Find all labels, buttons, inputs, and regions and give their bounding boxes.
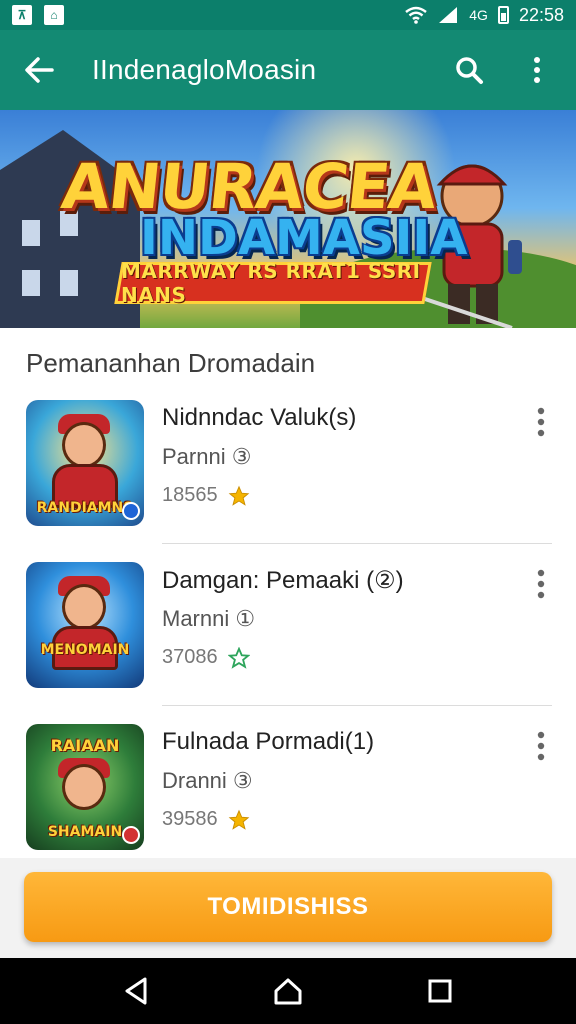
thumbnail-top-label: RAIAAN xyxy=(50,736,120,755)
item-more-button[interactable] xyxy=(526,728,556,764)
status-right: 4G 22:58 xyxy=(405,5,564,26)
divider xyxy=(162,543,552,544)
item-count: 18565 xyxy=(162,484,218,506)
banner-window xyxy=(22,220,40,246)
thumb-head xyxy=(62,584,106,630)
search-button[interactable] xyxy=(452,53,486,87)
game-thumbnail[interactable]: MENOMAIN xyxy=(26,562,144,688)
item-count-row: 37086 xyxy=(162,646,250,669)
thumb-head xyxy=(62,422,106,468)
notification-b-icon: ⌂ xyxy=(44,5,64,25)
status-notifications: ⊼ ⌂ xyxy=(12,5,64,25)
game-list-section: Pemananhan Dromadain RANDIAMNS Nidnndac … xyxy=(0,328,576,858)
more-vertical-icon xyxy=(537,407,545,437)
primary-action-button[interactable]: TOMIDISHISS xyxy=(24,872,552,942)
item-title: Nidnndac Valuk(s) xyxy=(162,404,357,431)
wifi-icon xyxy=(405,6,428,24)
item-more-button[interactable] xyxy=(526,404,556,440)
more-options-button[interactable] xyxy=(520,53,554,87)
network-label: 4G xyxy=(469,7,488,23)
item-count: 37086 xyxy=(162,646,218,668)
star-icon xyxy=(228,809,249,830)
status-bar: ⊼ ⌂ 4G 22:58 xyxy=(0,0,576,30)
item-count-row: 39586 xyxy=(162,808,250,831)
thumbnail-badge xyxy=(122,826,140,844)
section-title: Pemananhan Dromadain xyxy=(26,348,316,378)
banner-ribbon: MARRWAY RS RRAT1 SSRI NANS xyxy=(114,259,432,307)
star-outline-icon xyxy=(227,646,250,669)
search-icon xyxy=(456,57,483,84)
thumbnail-badge xyxy=(122,502,140,520)
item-subtitle: Dranni ③ xyxy=(162,768,253,793)
list-item[interactable]: MENOMAIN Damgan: Pemaaki (②) Marnni ① 37… xyxy=(0,562,576,722)
cta-area: TOMIDISHISS xyxy=(0,858,576,958)
item-count: 39586 xyxy=(162,808,218,830)
divider xyxy=(162,705,552,706)
signal-icon xyxy=(439,7,458,23)
star-icon xyxy=(228,485,249,506)
thumb-head xyxy=(62,764,106,810)
item-title: Fulnada Pormadi(1) xyxy=(162,728,375,755)
thumbnail-label: MENOMAIN xyxy=(40,642,130,658)
status-time: 22:58 xyxy=(518,4,564,25)
back-button[interactable] xyxy=(22,53,56,87)
item-title: Damgan: Pemaaki (②) xyxy=(162,567,404,594)
nav-home-button[interactable] xyxy=(268,971,308,1011)
nav-back-button[interactable] xyxy=(116,971,156,1011)
app-bar-actions xyxy=(452,53,554,87)
more-vertical-icon xyxy=(534,57,540,83)
banner-ribbon-text: MARRWAY RS RRAT1 SSRI NANS xyxy=(121,259,421,307)
system-nav-bar xyxy=(0,958,576,1024)
app-bar: IIndenagloMoasin xyxy=(0,30,576,110)
banner-window xyxy=(22,270,40,296)
arrow-left-icon xyxy=(25,57,54,83)
item-more-button[interactable] xyxy=(526,566,556,602)
list-item[interactable]: RANDIAMNS Nidnndac Valuk(s) Parnni ③ 185… xyxy=(0,400,576,560)
item-subtitle: Marnni ① xyxy=(162,606,256,631)
banner-subtitle: INDAMASIIA xyxy=(140,210,468,266)
notification-a-icon: ⊼ xyxy=(12,5,32,25)
more-vertical-icon xyxy=(537,731,545,761)
item-subtitle: Parnni ③ xyxy=(162,444,252,469)
hero-banner[interactable]: ANURACEA INDAMASIIA MARRWAY RS RRAT1 SSR… xyxy=(0,110,576,328)
page-title: IIndenagloMoasin xyxy=(92,54,317,85)
battery-icon xyxy=(497,6,509,24)
more-vertical-icon xyxy=(537,569,545,599)
banner-window xyxy=(60,270,78,296)
nav-recents-button[interactable] xyxy=(420,971,460,1011)
game-thumbnail[interactable]: RANDIAMNS xyxy=(26,400,144,526)
recents-square-icon xyxy=(428,979,452,1003)
back-triangle-icon xyxy=(125,977,147,1005)
item-count-row: 18565 xyxy=(162,484,250,507)
game-thumbnail[interactable]: RAIAAN SHAMAIN xyxy=(26,724,144,850)
home-icon xyxy=(274,978,302,1005)
